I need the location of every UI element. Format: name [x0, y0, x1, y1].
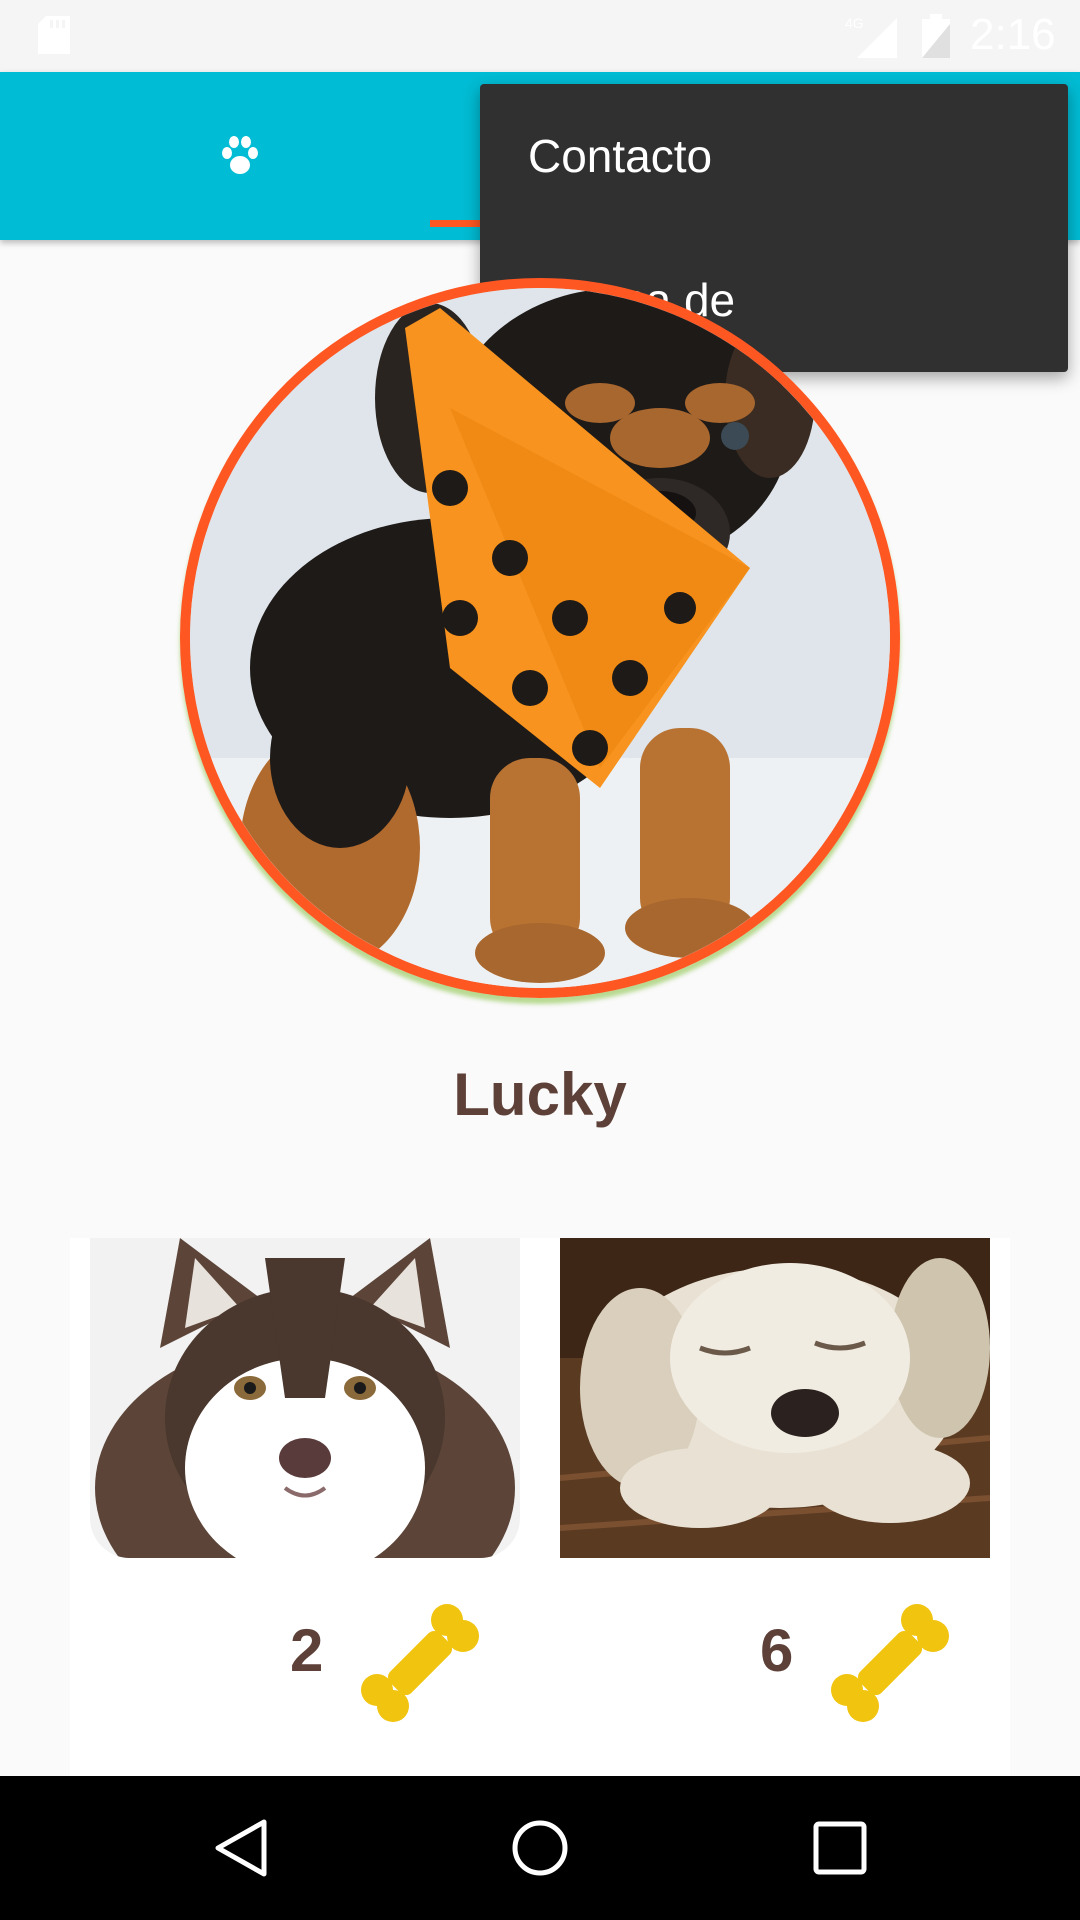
network-4g-icon: 4G	[845, 15, 897, 58]
likes-count: 6	[760, 1617, 794, 1684]
paw-icon	[222, 136, 258, 174]
bone-icon[interactable]	[355, 1598, 485, 1728]
likes-count: 2	[290, 1617, 324, 1684]
sleeping-puppy-photo	[560, 1238, 990, 1558]
sd-card-icon	[38, 16, 70, 54]
status-bar: 4G 2:16	[0, 0, 1080, 72]
husky-photo-illustration	[90, 1238, 520, 1558]
pet-name: Lucky	[453, 1061, 627, 1128]
sleeping-puppy-illustration	[560, 1238, 990, 1558]
husky-photo	[90, 1238, 520, 1558]
navigation-bar	[0, 1776, 1080, 1920]
battery-icon	[922, 14, 950, 58]
pet-card[interactable]: 6	[540, 1238, 1010, 1776]
bone-icon[interactable]	[825, 1598, 955, 1728]
svg-text:4G: 4G	[845, 15, 864, 31]
tab-home[interactable]	[0, 72, 480, 240]
menu-item-contacto[interactable]: Contacto	[480, 84, 1068, 228]
clock: 2:16	[970, 10, 1056, 59]
pet-card[interactable]: 2	[70, 1238, 540, 1776]
back-icon[interactable]	[204, 1812, 276, 1884]
profile-photo	[180, 278, 900, 998]
recents-icon[interactable]	[804, 1812, 876, 1884]
puppy-photo-illustration	[190, 288, 890, 988]
home-icon[interactable]	[504, 1812, 576, 1884]
